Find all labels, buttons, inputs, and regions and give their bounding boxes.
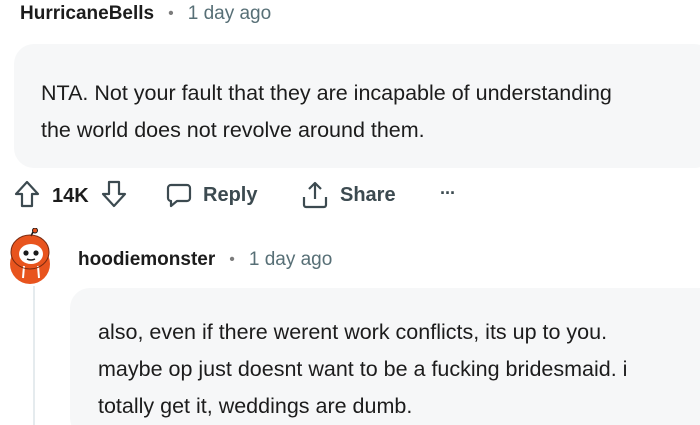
share-button[interactable]: Share	[300, 180, 396, 210]
avatar[interactable]	[4, 227, 56, 286]
comment-text: NTA. Not your fault that they are incapa…	[41, 75, 700, 149]
downvote-button[interactable]	[100, 179, 128, 209]
comment-action-bar: 14K Reply Share ···	[0, 175, 700, 217]
comment-author[interactable]: HurricaneBells	[20, 3, 154, 25]
comment-text-line: also, even if there werent work conflict…	[98, 320, 608, 344]
snoo-avatar-icon	[10, 227, 50, 284]
more-options-button[interactable]: ···	[440, 183, 456, 204]
comment-body: also, even if there werent work conflict…	[70, 288, 700, 425]
more-icon: ···	[440, 183, 456, 203]
comment-timestamp[interactable]: 1 day ago	[249, 249, 332, 271]
comment-header: HurricaneBells • 1 day ago	[20, 0, 271, 28]
comment-text-line: totally get it, weddings are dumb.	[98, 394, 413, 418]
thread-line[interactable]	[33, 286, 35, 425]
share-label: Share	[340, 183, 396, 206]
comment-thread: HurricaneBells • 1 day ago NTA. Not your…	[0, 0, 700, 425]
comment-text-line: maybe op just doesnt want to be a fuckin…	[98, 357, 628, 381]
comment-header: hoodiemonster • 1 day ago	[78, 246, 332, 274]
vote-score: 14K	[52, 185, 89, 207]
meta-separator: •	[229, 251, 235, 268]
comment-timestamp[interactable]: 1 day ago	[188, 3, 271, 25]
arrow-up-icon	[14, 180, 40, 208]
reply-label: Reply	[203, 183, 258, 206]
comment-text: also, even if there werent work conflict…	[98, 314, 700, 425]
arrow-down-icon	[101, 180, 127, 208]
comment-text-line: NTA. Not your fault that they are incapa…	[41, 81, 612, 105]
comment-author[interactable]: hoodiemonster	[78, 249, 215, 271]
upvote-button[interactable]	[13, 179, 41, 209]
comment-body: NTA. Not your fault that they are incapa…	[14, 44, 700, 168]
meta-separator: •	[168, 5, 174, 22]
reply-button[interactable]: Reply	[165, 181, 257, 209]
comment-bubble-icon	[166, 183, 192, 208]
share-icon	[302, 181, 328, 209]
comment-text-line: the world does not revolve around them.	[41, 118, 425, 142]
